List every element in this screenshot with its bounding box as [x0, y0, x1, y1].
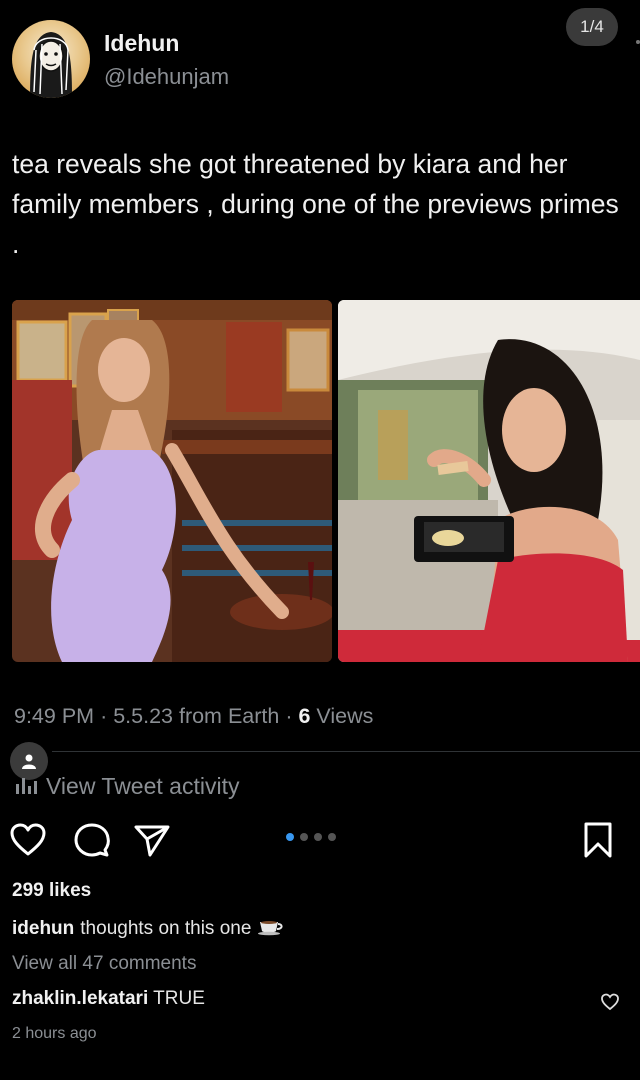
- comment-heart-icon[interactable]: [600, 992, 620, 1012]
- tweet-photo-2[interactable]: [338, 300, 640, 662]
- bookmark-icon[interactable]: [578, 820, 618, 860]
- caption-username[interactable]: idehun: [12, 918, 74, 940]
- comment-timestamp: 2 hours ago: [12, 1025, 97, 1042]
- post-caption: idehun thoughts on this one: [12, 916, 285, 942]
- tweet-text: tea reveals she got threatened by kiara …: [12, 149, 619, 259]
- tweet-source: from Earth: [178, 704, 280, 728]
- carousel-dots: [286, 833, 336, 841]
- user-handle[interactable]: @Idehunjam: [104, 64, 229, 90]
- likes-count[interactable]: 299 likes: [12, 880, 91, 902]
- view-tweet-activity[interactable]: View Tweet activity: [14, 772, 239, 800]
- more-options-icon[interactable]: [636, 40, 640, 44]
- caption-text: thoughts on this one: [80, 918, 252, 939]
- divider: [52, 751, 640, 752]
- carousel-dot: [314, 833, 322, 841]
- carousel-dot: [300, 833, 308, 841]
- comment-text: TRUE: [153, 988, 205, 1009]
- comment-bubble-icon[interactable]: [72, 820, 112, 860]
- comment-item: zhaklin.lekatari TRUE: [12, 988, 205, 1010]
- teacup-icon: [257, 916, 285, 942]
- carousel-dot: [328, 833, 336, 841]
- bar-chart-icon: [14, 772, 38, 800]
- comment-username[interactable]: zhaklin.lekatari: [12, 988, 148, 1009]
- activity-label: View Tweet activity: [46, 772, 240, 799]
- carousel-page-counter: 1/4: [566, 8, 618, 46]
- tweet-date: 5.5.23: [113, 704, 173, 728]
- tweet-time: 9:49 PM: [14, 704, 95, 728]
- display-name[interactable]: Idehun: [104, 30, 179, 57]
- paper-plane-icon[interactable]: [132, 820, 172, 860]
- views-label: Views: [316, 704, 374, 728]
- views-count: 6: [298, 704, 311, 728]
- carousel-dot: [286, 833, 294, 841]
- profile-avatar[interactable]: [12, 20, 90, 98]
- view-all-comments-link[interactable]: View all 47 comments: [12, 953, 196, 975]
- tweet-meta: 9:49 PM · 5.5.23 from Earth · 6 Views: [14, 704, 374, 728]
- heart-icon[interactable]: [8, 820, 48, 860]
- tweet-photo-1[interactable]: [12, 300, 332, 662]
